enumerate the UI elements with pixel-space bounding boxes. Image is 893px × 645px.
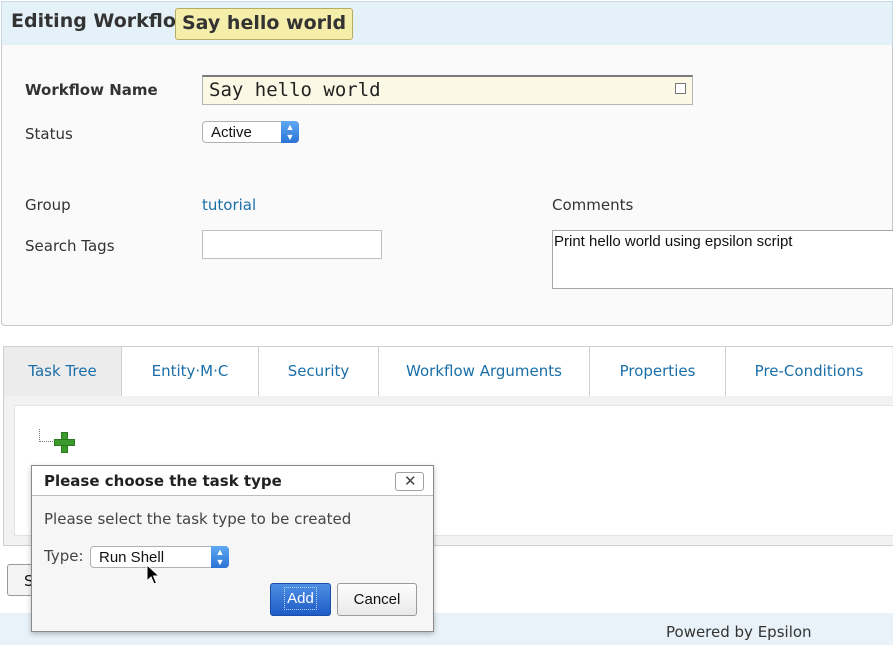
mouse-cursor-icon (146, 564, 160, 585)
cancel-button[interactable]: Cancel (337, 583, 417, 616)
tab-pre-conditions[interactable]: Pre-Conditions (726, 347, 892, 396)
add-button[interactable]: Add (270, 583, 331, 616)
add-button-label: Add (284, 587, 317, 610)
select-arrows-icon: ▲ ▼ (281, 121, 299, 143)
tab-entity-mc[interactable]: Entity·M·C (122, 347, 259, 396)
comments-label: Comments (552, 196, 634, 214)
tab-workflow-arguments[interactable]: Workflow Arguments (379, 347, 590, 396)
dialog-message: Please select the task type to be create… (44, 510, 352, 528)
workflow-name-badge: Say hello world (175, 8, 354, 40)
status-select[interactable]: Active ▲ ▼ (202, 121, 299, 143)
workflow-name-input[interactable]: Say hello world (202, 75, 693, 105)
plus-icon[interactable] (54, 432, 75, 453)
dialog-close-button[interactable]: ✕ (395, 472, 424, 491)
resize-handle-icon[interactable] (675, 83, 686, 94)
close-icon: ✕ (404, 472, 417, 490)
search-tags-input[interactable] (202, 230, 382, 259)
task-type-label: Type: (44, 547, 84, 565)
dialog-title: Please choose the task type (44, 472, 282, 490)
group-label: Group (25, 196, 71, 214)
group-link[interactable]: tutorial (202, 196, 256, 214)
comments-textarea[interactable]: Print hello world using epsilon script (552, 230, 893, 289)
search-tags-label: Search Tags (25, 237, 115, 255)
status-label: Status (25, 125, 73, 143)
tree-connector (39, 429, 55, 442)
status-select-value: Active (211, 124, 252, 141)
tab-task-tree[interactable]: Task Tree (4, 347, 122, 396)
tab-properties[interactable]: Properties (590, 347, 726, 396)
select-arrows-icon: ▲ ▼ (211, 546, 229, 568)
workflow-name-label: Workflow Name (25, 81, 158, 99)
page-title: Editing Workflow (11, 10, 194, 32)
footer-text: Powered by Epsilon (666, 623, 812, 641)
tab-security[interactable]: Security (259, 347, 379, 396)
